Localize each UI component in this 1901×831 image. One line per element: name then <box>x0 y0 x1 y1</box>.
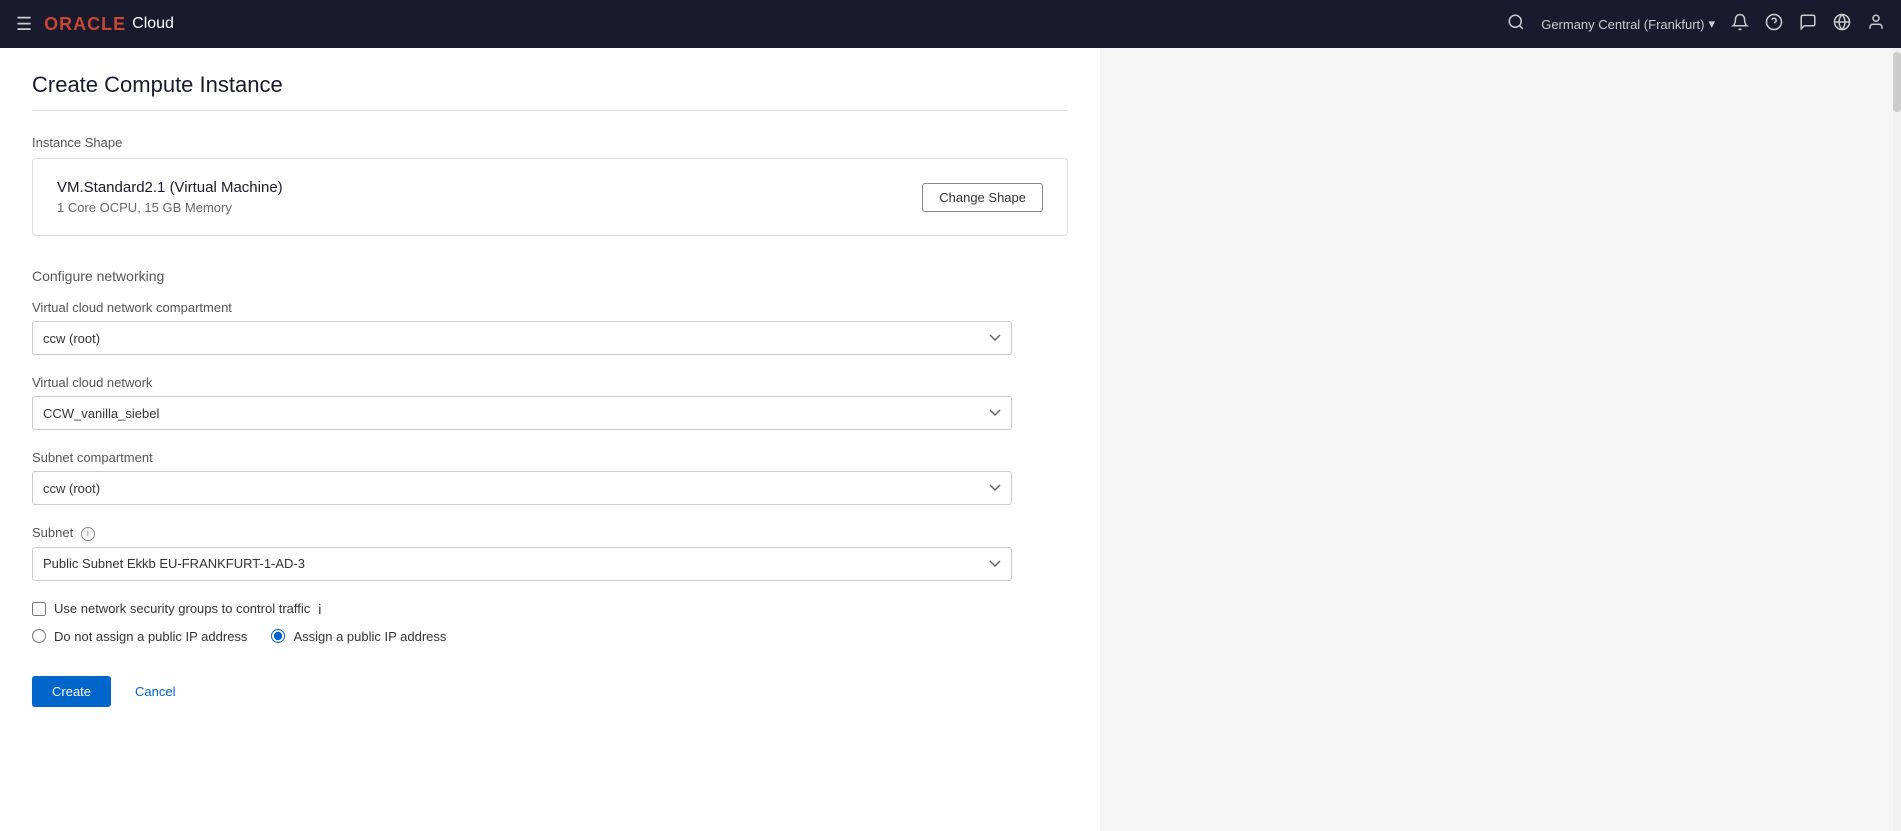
vcn-compartment-group: Virtual cloud network compartment ccw (r… <box>32 300 1068 355</box>
scrollbar[interactable] <box>1893 48 1901 831</box>
hamburger-icon[interactable]: ☰ <box>16 14 32 35</box>
subnet-label: Subnet i <box>32 525 1068 541</box>
header-right: Germany Central (Frankfurt) ▾ <box>1507 13 1885 36</box>
header-left: ☰ ORACLE Cloud <box>16 14 174 35</box>
subnet-compartment-group: Subnet compartment ccw (root) <box>32 450 1068 505</box>
shape-name: VM.Standard2.1 (Virtual Machine) <box>57 179 283 196</box>
region-chevron: ▾ <box>1708 16 1715 32</box>
change-shape-button[interactable]: Change Shape <box>922 183 1043 212</box>
help-icon[interactable] <box>1765 13 1783 36</box>
globe-icon[interactable] <box>1833 13 1851 36</box>
subnet-group: Subnet i Public Subnet Ekkb EU-FRANKFURT… <box>32 525 1068 581</box>
subnet-compartment-label: Subnet compartment <box>32 450 1068 465</box>
cancel-button[interactable]: Cancel <box>123 676 187 707</box>
subnet-select[interactable]: Public Subnet Ekkb EU-FRANKFURT-1-AD-3 <box>32 547 1012 581</box>
user-icon[interactable] <box>1867 13 1885 36</box>
networking-label: Configure networking <box>32 268 1068 284</box>
region-selector[interactable]: Germany Central (Frankfurt) ▾ <box>1541 16 1715 32</box>
shape-info: VM.Standard2.1 (Virtual Machine) 1 Core … <box>57 179 283 215</box>
oracle-logo-text: ORACLE <box>44 14 126 35</box>
no-public-ip-radio[interactable] <box>32 629 46 643</box>
shape-card: VM.Standard2.1 (Virtual Machine) 1 Core … <box>32 158 1068 236</box>
network-security-groups-row: Use network security groups to control t… <box>32 601 1068 617</box>
vcn-select[interactable]: CCW_vanilla_siebel <box>32 396 1012 430</box>
vcn-compartment-select[interactable]: ccw (root) <box>32 321 1012 355</box>
networking-section: Configure networking Virtual cloud netwo… <box>32 268 1068 644</box>
bell-icon[interactable] <box>1731 13 1749 36</box>
shape-details: 1 Core OCPU, 15 GB Memory <box>57 200 283 215</box>
header: ☰ ORACLE Cloud Germany Central (Frankfur… <box>0 0 1901 48</box>
oracle-logo: ORACLE Cloud <box>44 14 174 35</box>
network-security-groups-checkbox[interactable] <box>32 602 46 616</box>
no-public-ip-row: Do not assign a public IP address <box>32 629 247 644</box>
assign-public-ip-label: Assign a public IP address <box>293 629 446 644</box>
assign-public-ip-row: Assign a public IP address <box>271 629 446 644</box>
vcn-group: Virtual cloud network CCW_vanilla_siebel <box>32 375 1068 430</box>
page-title: Create Compute Instance <box>32 72 1068 111</box>
subnet-info-icon[interactable]: i <box>81 527 95 541</box>
instance-shape-section: Instance Shape VM.Standard2.1 (Virtual M… <box>32 135 1068 236</box>
network-security-groups-label: Use network security groups to control t… <box>54 601 310 616</box>
chat-icon[interactable] <box>1799 13 1817 36</box>
main-content: Create Compute Instance Instance Shape V… <box>0 48 1100 831</box>
nsg-info-icon[interactable]: i <box>318 601 321 617</box>
scroll-thumb <box>1893 52 1901 112</box>
create-button[interactable]: Create <box>32 676 111 707</box>
subnet-compartment-select[interactable]: ccw (root) <box>32 471 1012 505</box>
region-label: Germany Central (Frankfurt) <box>1541 17 1704 32</box>
assign-public-ip-radio[interactable] <box>271 629 285 643</box>
public-ip-radio-group: Do not assign a public IP address Assign… <box>32 629 1068 644</box>
search-icon[interactable] <box>1507 13 1525 36</box>
instance-shape-label: Instance Shape <box>32 135 1068 150</box>
action-buttons: Create Cancel <box>32 668 1068 707</box>
vcn-label: Virtual cloud network <box>32 375 1068 390</box>
no-public-ip-label: Do not assign a public IP address <box>54 629 247 644</box>
oracle-cloud-text: Cloud <box>132 15 174 33</box>
vcn-compartment-label: Virtual cloud network compartment <box>32 300 1068 315</box>
